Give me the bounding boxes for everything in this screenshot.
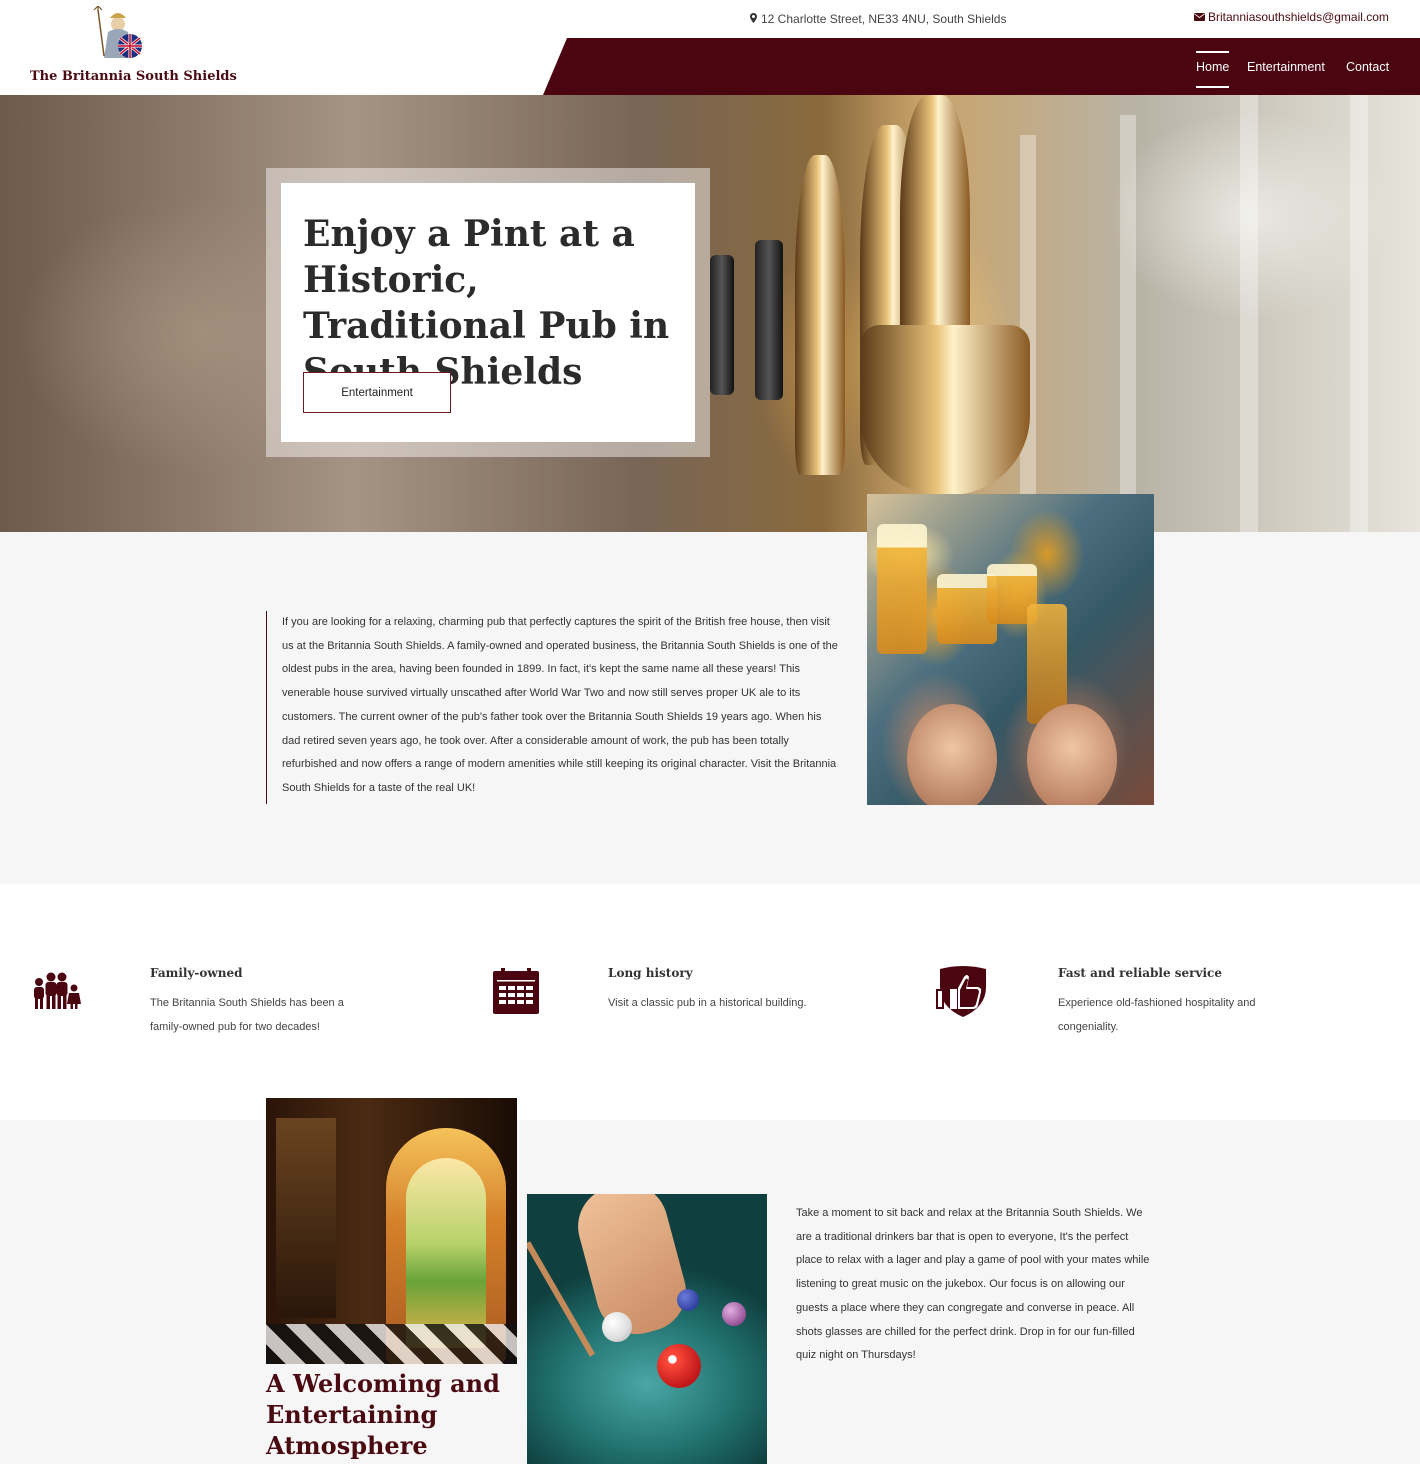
beer-glass xyxy=(877,524,927,654)
nav-entertainment[interactable]: Entertainment xyxy=(1247,60,1325,74)
header-email-link[interactable]: Britanniasouthshields@gmail.com xyxy=(1194,10,1389,24)
window-frame xyxy=(1350,95,1368,532)
site-logo[interactable]: The Britannia South Shields xyxy=(30,6,237,90)
feature-title-service: Fast and reliable service xyxy=(1058,966,1222,980)
cheers-photo xyxy=(867,494,1154,805)
beer-tap xyxy=(795,155,845,475)
window-frame xyxy=(1240,95,1258,532)
feature-title-family: Family-owned xyxy=(150,966,243,980)
person-face xyxy=(1027,704,1117,805)
beer-tap-handle xyxy=(755,240,783,400)
beer-tap-bowl xyxy=(860,325,1030,495)
header-address: 12 Charlotte Street, NE33 4NU, South Shi… xyxy=(750,12,1006,26)
hero-title: Enjoy a Pint at a Historic, Traditional … xyxy=(303,213,670,393)
thumbs-up-shield-icon xyxy=(936,966,986,1017)
shelf xyxy=(276,1118,336,1318)
hero-entertainment-button[interactable]: Entertainment xyxy=(303,372,451,413)
atmosphere-title: A Welcoming and Entertaining Atmosphere xyxy=(266,1369,500,1460)
about-text: If you are looking for a relaxing, charm… xyxy=(266,611,840,804)
blue-ball xyxy=(677,1289,699,1311)
britannia-logo-icon xyxy=(93,6,142,58)
calendar-icon xyxy=(493,968,539,1014)
jukebox-panel xyxy=(406,1158,486,1348)
logo-text: The Britannia South Shields xyxy=(30,69,237,84)
nav-contact[interactable]: Contact xyxy=(1346,60,1389,74)
hero-background-image xyxy=(0,95,1420,532)
cue-ball xyxy=(602,1312,632,1342)
envelope-icon xyxy=(1194,13,1205,21)
email-text: Britanniasouthshields@gmail.com xyxy=(1208,10,1389,24)
beer-tap-handle xyxy=(710,255,734,395)
address-text: 12 Charlotte Street, NE33 4NU, South Shi… xyxy=(761,12,1007,26)
feature-title-history: Long history xyxy=(608,966,693,980)
purple-ball xyxy=(722,1302,746,1326)
feature-desc-service: Experience old-fashioned hospitality and… xyxy=(1058,997,1256,1033)
feature-desc-history: Visit a classic pub in a historical buil… xyxy=(608,997,807,1009)
map-pin-icon xyxy=(750,13,757,23)
red-ball xyxy=(657,1344,701,1388)
window-frame xyxy=(1120,115,1136,532)
jukebox-photo xyxy=(266,1098,517,1364)
checkered-floor xyxy=(266,1324,517,1364)
family-icon xyxy=(34,972,81,1009)
feature-desc-family: The Britannia South Shields has been a f… xyxy=(150,997,344,1033)
nav-home[interactable]: Home xyxy=(1196,51,1230,88)
person-face xyxy=(907,704,997,805)
player-hand xyxy=(569,1194,695,1344)
pool-table-photo xyxy=(527,1194,767,1464)
atmosphere-text: Take a moment to sit back and relax at t… xyxy=(796,1207,1150,1362)
